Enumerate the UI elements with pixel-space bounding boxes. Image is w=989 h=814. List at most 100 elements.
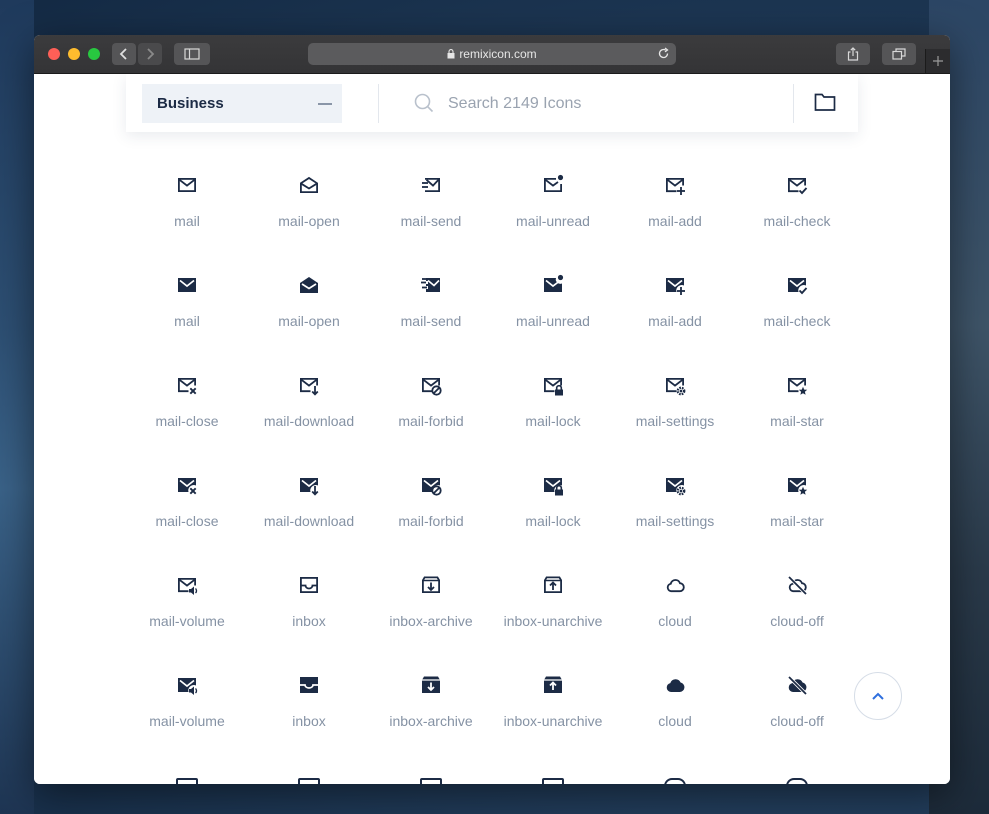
icon-label: mail-forbid	[398, 413, 464, 429]
share-button[interactable]	[836, 43, 870, 65]
mail-line-icon	[178, 178, 197, 192]
mail-add-line-icon	[666, 178, 685, 195]
search-icon	[414, 93, 434, 113]
chevron-up-icon	[872, 692, 884, 700]
zoom-window-button[interactable]	[88, 48, 100, 60]
icon-card-mail-check-line[interactable]: mail-check	[736, 174, 858, 264]
icon-card-mail-line[interactable]: mail	[126, 174, 248, 264]
icon-card-mail-add-fill[interactable]: mail-add	[614, 274, 736, 364]
icon-card-inbox-line[interactable]: inbox	[248, 574, 370, 664]
partial-icon	[298, 778, 320, 784]
mail-forbid-fill-icon	[422, 478, 442, 496]
folder-icon[interactable]	[814, 92, 836, 112]
category-selector[interactable]: Business	[142, 84, 342, 123]
icon-label: mail-open	[278, 313, 340, 329]
icon-card-mail-forbid-line[interactable]: mail-forbid	[370, 374, 492, 464]
icon-card-cloud-line[interactable]: cloud	[614, 574, 736, 664]
icon-card-mail-download-fill[interactable]: mail-download	[248, 474, 370, 564]
icon-card-mail-settings-line[interactable]: mail-settings	[614, 374, 736, 464]
new-tab-button[interactable]	[925, 49, 950, 73]
address-bar[interactable]: remixicon.com	[308, 43, 676, 65]
mail-star-line-icon	[788, 378, 808, 395]
back-button[interactable]	[112, 43, 136, 65]
mail-send-line-icon	[422, 178, 440, 192]
icon-label: mail-add	[648, 213, 702, 229]
mail-open-line-icon	[300, 176, 318, 193]
icon-label: mail-send	[400, 213, 462, 229]
icon-card-mail-download-line[interactable]: mail-download	[248, 374, 370, 464]
sidebar-toggle-button[interactable]	[174, 43, 210, 65]
icon-card-mail-open-fill[interactable]: mail-open	[248, 274, 370, 364]
cloud-line-icon	[666, 579, 685, 593]
icon-card-cloud-fill[interactable]: cloud	[614, 674, 736, 764]
page-content: Business mail mail-open mail-send mail-unre…	[34, 74, 950, 784]
mail-unread-line-icon	[544, 174, 564, 192]
cloud-fill-icon	[666, 679, 685, 692]
icon-label: inbox-unarchive	[503, 613, 603, 629]
icon-card-cloud-off-fill[interactable]: cloud-off	[736, 674, 858, 764]
icon-card-inbox-unarchive-line[interactable]: inbox-unarchive	[492, 574, 614, 664]
mail-add-fill-icon	[666, 278, 685, 295]
icon-card-mail-check-fill[interactable]: mail-check	[736, 274, 858, 364]
icon-card-mail-lock-fill[interactable]: mail-lock	[492, 474, 614, 564]
icon-card-mail-lock-line[interactable]: mail-lock	[492, 374, 614, 464]
icon-label: mail-forbid	[398, 513, 464, 529]
scroll-to-top-button[interactable]	[854, 672, 902, 720]
icon-card-mail-close-fill[interactable]: mail-close	[126, 474, 248, 564]
mail-settings-line-icon	[666, 378, 686, 396]
divider	[378, 84, 379, 123]
icon-card-mail-volume-line[interactable]: mail-volume	[126, 574, 248, 664]
icon-label: inbox-archive	[389, 613, 473, 629]
icon-card-mail-close-line[interactable]: mail-close	[126, 374, 248, 464]
chevron-right-icon	[147, 48, 155, 60]
icon-label: mail-add	[648, 313, 702, 329]
reload-icon[interactable]	[657, 47, 670, 60]
inbox-line-icon	[300, 577, 319, 593]
icon-card-inbox-archive-fill[interactable]: inbox-archive	[370, 674, 492, 764]
icon-card-mail-unread-line[interactable]: mail-unread	[492, 174, 614, 264]
icon-label: cloud-off	[770, 613, 824, 629]
browser-titlebar: remixicon.com	[34, 35, 950, 74]
mail-download-line-icon	[300, 378, 319, 396]
icon-label: mail-unread	[516, 213, 590, 229]
cloud-off-line-icon	[787, 575, 808, 596]
mail-forbid-line-icon	[422, 378, 442, 396]
icon-card-inbox-archive-line[interactable]: inbox-archive	[370, 574, 492, 664]
search-input[interactable]	[446, 88, 780, 120]
inbox-unarchive-fill-icon	[544, 676, 562, 693]
icon-card-mail-open-line[interactable]: mail-open	[248, 174, 370, 264]
share-icon	[847, 47, 859, 61]
tabs-overview-button[interactable]	[882, 43, 916, 65]
icon-card-mail-unread-fill[interactable]: mail-unread	[492, 274, 614, 364]
mail-close-fill-icon	[178, 478, 197, 495]
tabs-icon	[892, 48, 906, 60]
icon-label: mail-star	[770, 413, 824, 429]
icon-card-mail-star-fill[interactable]: mail-star	[736, 474, 858, 564]
icon-label: inbox-archive	[389, 713, 473, 729]
forward-button[interactable]	[138, 43, 162, 65]
icon-card-mail-fill[interactable]: mail	[126, 274, 248, 364]
icon-card-mail-volume-fill[interactable]: mail-volume	[126, 674, 248, 764]
mail-download-fill-icon	[300, 478, 319, 496]
icon-card-inbox-fill[interactable]: inbox	[248, 674, 370, 764]
minimize-window-button[interactable]	[68, 48, 80, 60]
icon-card-mail-forbid-fill[interactable]: mail-forbid	[370, 474, 492, 564]
icon-card-cloud-off-line[interactable]: cloud-off	[736, 574, 858, 664]
mail-volume-line-icon	[178, 578, 198, 595]
icon-label: mail	[174, 213, 200, 229]
icon-label: cloud	[658, 613, 692, 629]
icon-card-mail-settings-fill[interactable]: mail-settings	[614, 474, 736, 564]
mail-check-line-icon	[788, 178, 808, 195]
icon-card-mail-add-line[interactable]: mail-add	[614, 174, 736, 264]
mail-lock-line-icon	[544, 378, 563, 396]
close-window-button[interactable]	[48, 48, 60, 60]
icon-card-mail-send-fill[interactable]: mail-send	[370, 274, 492, 364]
icon-card-mail-star-line[interactable]: mail-star	[736, 374, 858, 464]
mail-unread-fill-icon	[544, 274, 564, 292]
icon-label: mail-volume	[149, 613, 225, 629]
icon-card-inbox-unarchive-fill[interactable]: inbox-unarchive	[492, 674, 614, 764]
icon-card-mail-send-line[interactable]: mail-send	[370, 174, 492, 264]
icon-label: mail-close	[155, 413, 219, 429]
collapse-icon[interactable]	[318, 103, 332, 105]
icon-label: mail-settings	[635, 513, 715, 529]
